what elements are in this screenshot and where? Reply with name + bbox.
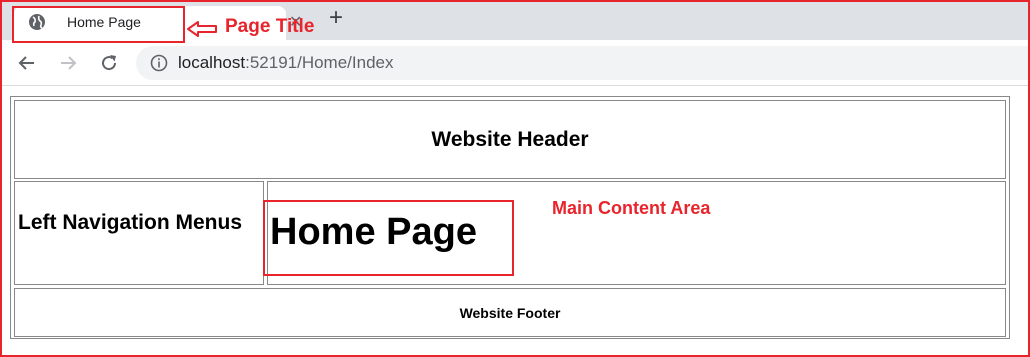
- layout-table: Website Header Left Navigation Menus Hom…: [10, 96, 1010, 339]
- page-title-annotation: Page Title: [225, 16, 315, 37]
- annotation-arrow-icon: [187, 21, 217, 37]
- left-navigation: Left Navigation Menus: [14, 181, 264, 285]
- reload-icon: [102, 55, 117, 71]
- website-footer: Website Footer: [14, 288, 1006, 337]
- tab-title: Home Page: [67, 14, 141, 30]
- main-heading: Home Page: [270, 211, 477, 253]
- url-host: localhost: [178, 53, 246, 72]
- reload-button[interactable]: [96, 50, 122, 76]
- nav-text: Left Navigation Menus: [18, 211, 243, 234]
- globe-icon: [29, 14, 45, 30]
- main-content-annotation: Main Content Area: [552, 198, 711, 218]
- new-tab-button[interactable]: +: [329, 5, 343, 31]
- back-arrow-icon: [18, 56, 34, 70]
- forward-button[interactable]: [55, 50, 81, 76]
- back-button[interactable]: [14, 50, 40, 76]
- info-icon[interactable]: [150, 54, 168, 72]
- address-bar[interactable]: localhost:52191/Home/Index: [136, 46, 1028, 80]
- main-content-area: Home Page: [267, 181, 1006, 285]
- website-header: Website Header: [14, 100, 1006, 179]
- footer-text: Website Footer: [459, 304, 561, 321]
- header-text: Website Header: [431, 127, 589, 151]
- url-text: localhost:52191/Home/Index: [178, 53, 394, 73]
- browser-toolbar: localhost:52191/Home/Index: [2, 40, 1028, 86]
- forward-arrow-icon: [61, 56, 77, 70]
- url-path: :52191/Home/Index: [245, 53, 394, 72]
- tab-strip: Home Page ✕ +: [2, 2, 1028, 42]
